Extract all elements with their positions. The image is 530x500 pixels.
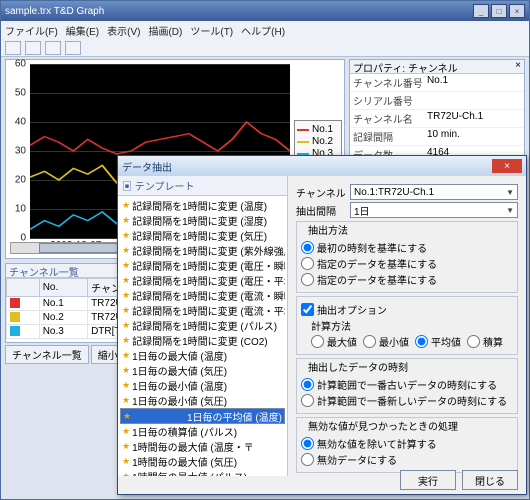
property-row: シリアル番号 xyxy=(350,92,524,110)
template-item[interactable]: ★1日毎の最大値 (温度) xyxy=(120,348,285,363)
template-item[interactable]: ★1時間毎の最大値 (気圧) xyxy=(120,454,285,469)
template-item[interactable]: ★1日毎の最大値 (気圧) xyxy=(120,363,285,378)
menu-draw[interactable]: 描画(D) xyxy=(148,23,182,38)
interval-select[interactable]: 1日▼ xyxy=(350,202,518,218)
star-icon: ★ xyxy=(122,335,130,346)
star-icon: ★ xyxy=(122,380,130,391)
legend-1: No.1 xyxy=(312,124,333,135)
template-item[interactable]: ★1日毎の平均値 (温度) xyxy=(120,408,285,424)
radio-option[interactable] xyxy=(467,335,480,348)
main-titlebar: sample.trx T&D Graph _ □ × xyxy=(1,1,529,21)
folder-icon: ▣ xyxy=(122,182,132,193)
menu-tool[interactable]: ツール(T) xyxy=(190,23,233,38)
dialog-close-button[interactable]: × xyxy=(492,159,522,173)
chevron-down-icon: ▼ xyxy=(506,206,514,215)
extract-dialog: データ抽出 × ▣ テンプレート ★記録間隔を1時間に変更 (温度)★記録間隔を… xyxy=(117,155,527,495)
cancel-button[interactable]: 閉じる xyxy=(462,470,518,490)
property-row: 記録間隔10 min. xyxy=(350,128,524,146)
radio-option[interactable] xyxy=(415,335,428,348)
interval-label: 抽出間隔 xyxy=(296,203,346,218)
star-icon: ★ xyxy=(122,365,130,376)
tb-2[interactable] xyxy=(25,41,41,55)
radio-option[interactable] xyxy=(301,241,314,254)
template-item[interactable]: ★記録間隔を1時間に変更 (CO2) xyxy=(120,333,285,348)
radio-option[interactable] xyxy=(301,378,314,391)
radio-option[interactable] xyxy=(301,453,314,466)
template-item[interactable]: ★記録間隔を1時間に変更 (電流・瞬時値) xyxy=(120,288,285,303)
toolbar xyxy=(1,39,529,57)
ok-button[interactable]: 実行 xyxy=(400,470,456,490)
radio-option[interactable] xyxy=(301,257,314,270)
dialog-title: データ抽出 xyxy=(122,159,172,174)
template-item[interactable]: ★記録間隔を1時間に変更 (気圧) xyxy=(120,228,285,243)
star-icon: ★ xyxy=(122,215,130,226)
star-icon: ★ xyxy=(122,230,130,241)
group-invalid-title: 無効な値が見つかったときの処理 xyxy=(305,418,461,433)
star-icon: ★ xyxy=(122,320,130,331)
tb-3[interactable] xyxy=(45,41,61,55)
close-button[interactable]: × xyxy=(509,4,525,18)
radio-option[interactable] xyxy=(301,437,314,450)
radio-option[interactable] xyxy=(311,335,324,348)
template-item[interactable]: ★記録間隔を1時間に変更 (パルス) xyxy=(120,318,285,333)
template-item[interactable]: ★記録間隔を1時間に変更 (紫外線強度) xyxy=(120,243,285,258)
template-item[interactable]: ★記録間隔を1時間に変更 (湿度) xyxy=(120,213,285,228)
template-item[interactable]: ★1時間毎の最大値 (温度・〒 xyxy=(120,439,285,454)
star-icon: ★ xyxy=(123,411,131,422)
star-icon: ★ xyxy=(122,275,130,286)
template-item[interactable]: ★記録間隔を1時間に変更 (電圧・平均値) xyxy=(120,273,285,288)
prop-close-icon[interactable]: × xyxy=(515,60,521,73)
template-item[interactable]: ★記録間隔を1時間に変更 (温度) xyxy=(120,198,285,213)
property-row: チャンネル番号No.1 xyxy=(350,74,524,92)
radio-option[interactable] xyxy=(301,273,314,286)
max-button[interactable]: □ xyxy=(491,4,507,18)
menu-view[interactable]: 表示(V) xyxy=(107,23,140,38)
star-icon: ★ xyxy=(122,471,130,476)
template-item[interactable]: ★1日毎の積算値 (パルス) xyxy=(120,424,285,439)
template-list[interactable]: ★記録間隔を1時間に変更 (温度)★記録間隔を1時間に変更 (湿度)★記録間隔を… xyxy=(118,196,287,476)
tab-channels[interactable]: チャンネル一覧 xyxy=(5,345,89,364)
property-row: チャンネル名TR72U-Ch.1 xyxy=(350,110,524,128)
template-item[interactable]: ★1時間毎の最大値 (パルス) xyxy=(120,469,285,476)
template-item[interactable]: ★記録間隔を1時間に変更 (電流・平均値) xyxy=(120,303,285,318)
menu-help[interactable]: ヘルプ(H) xyxy=(241,23,285,38)
legend-2: No.2 xyxy=(312,136,333,147)
template-header: テンプレート xyxy=(135,182,195,193)
app-title: sample.trx T&D Graph xyxy=(5,6,104,17)
tb-4[interactable] xyxy=(65,41,81,55)
chevron-down-icon: ▼ xyxy=(506,188,514,197)
star-icon: ★ xyxy=(122,350,130,361)
star-icon: ★ xyxy=(122,456,130,467)
menubar: ファイル(F) 編集(E) 表示(V) 描画(D) ツール(T) ヘルプ(H) xyxy=(1,21,529,39)
star-icon: ★ xyxy=(122,245,130,256)
y-axis: 0102030405060 xyxy=(8,64,28,238)
group-method-title: 抽出方法 xyxy=(305,222,351,237)
star-icon: ★ xyxy=(122,395,130,406)
opt-enable-check[interactable] xyxy=(301,303,314,316)
group-time-title: 抽出したデータの時刻 xyxy=(305,359,411,374)
star-icon: ★ xyxy=(122,290,130,301)
template-item[interactable]: ★記録間隔を1時間に変更 (電圧・瞬時値) xyxy=(120,258,285,273)
template-item[interactable]: ★1日毎の最小値 (気圧) xyxy=(120,393,285,408)
menu-edit[interactable]: 編集(E) xyxy=(66,23,99,38)
star-icon: ★ xyxy=(122,305,130,316)
star-icon: ★ xyxy=(122,200,130,211)
channel-select[interactable]: No.1:TR72U-Ch.1▼ xyxy=(350,184,518,200)
template-item[interactable]: ★1日毎の最小値 (温度) xyxy=(120,378,285,393)
radio-option[interactable] xyxy=(363,335,376,348)
star-icon: ★ xyxy=(122,260,130,271)
star-icon: ★ xyxy=(122,441,130,452)
channel-label: チャンネル xyxy=(296,185,346,200)
min-button[interactable]: _ xyxy=(473,4,489,18)
tb-1[interactable] xyxy=(5,41,21,55)
star-icon: ★ xyxy=(122,426,130,437)
radio-option[interactable] xyxy=(301,394,314,407)
menu-file[interactable]: ファイル(F) xyxy=(5,23,58,38)
property-title: プロパティ: チャンネル xyxy=(353,60,458,73)
